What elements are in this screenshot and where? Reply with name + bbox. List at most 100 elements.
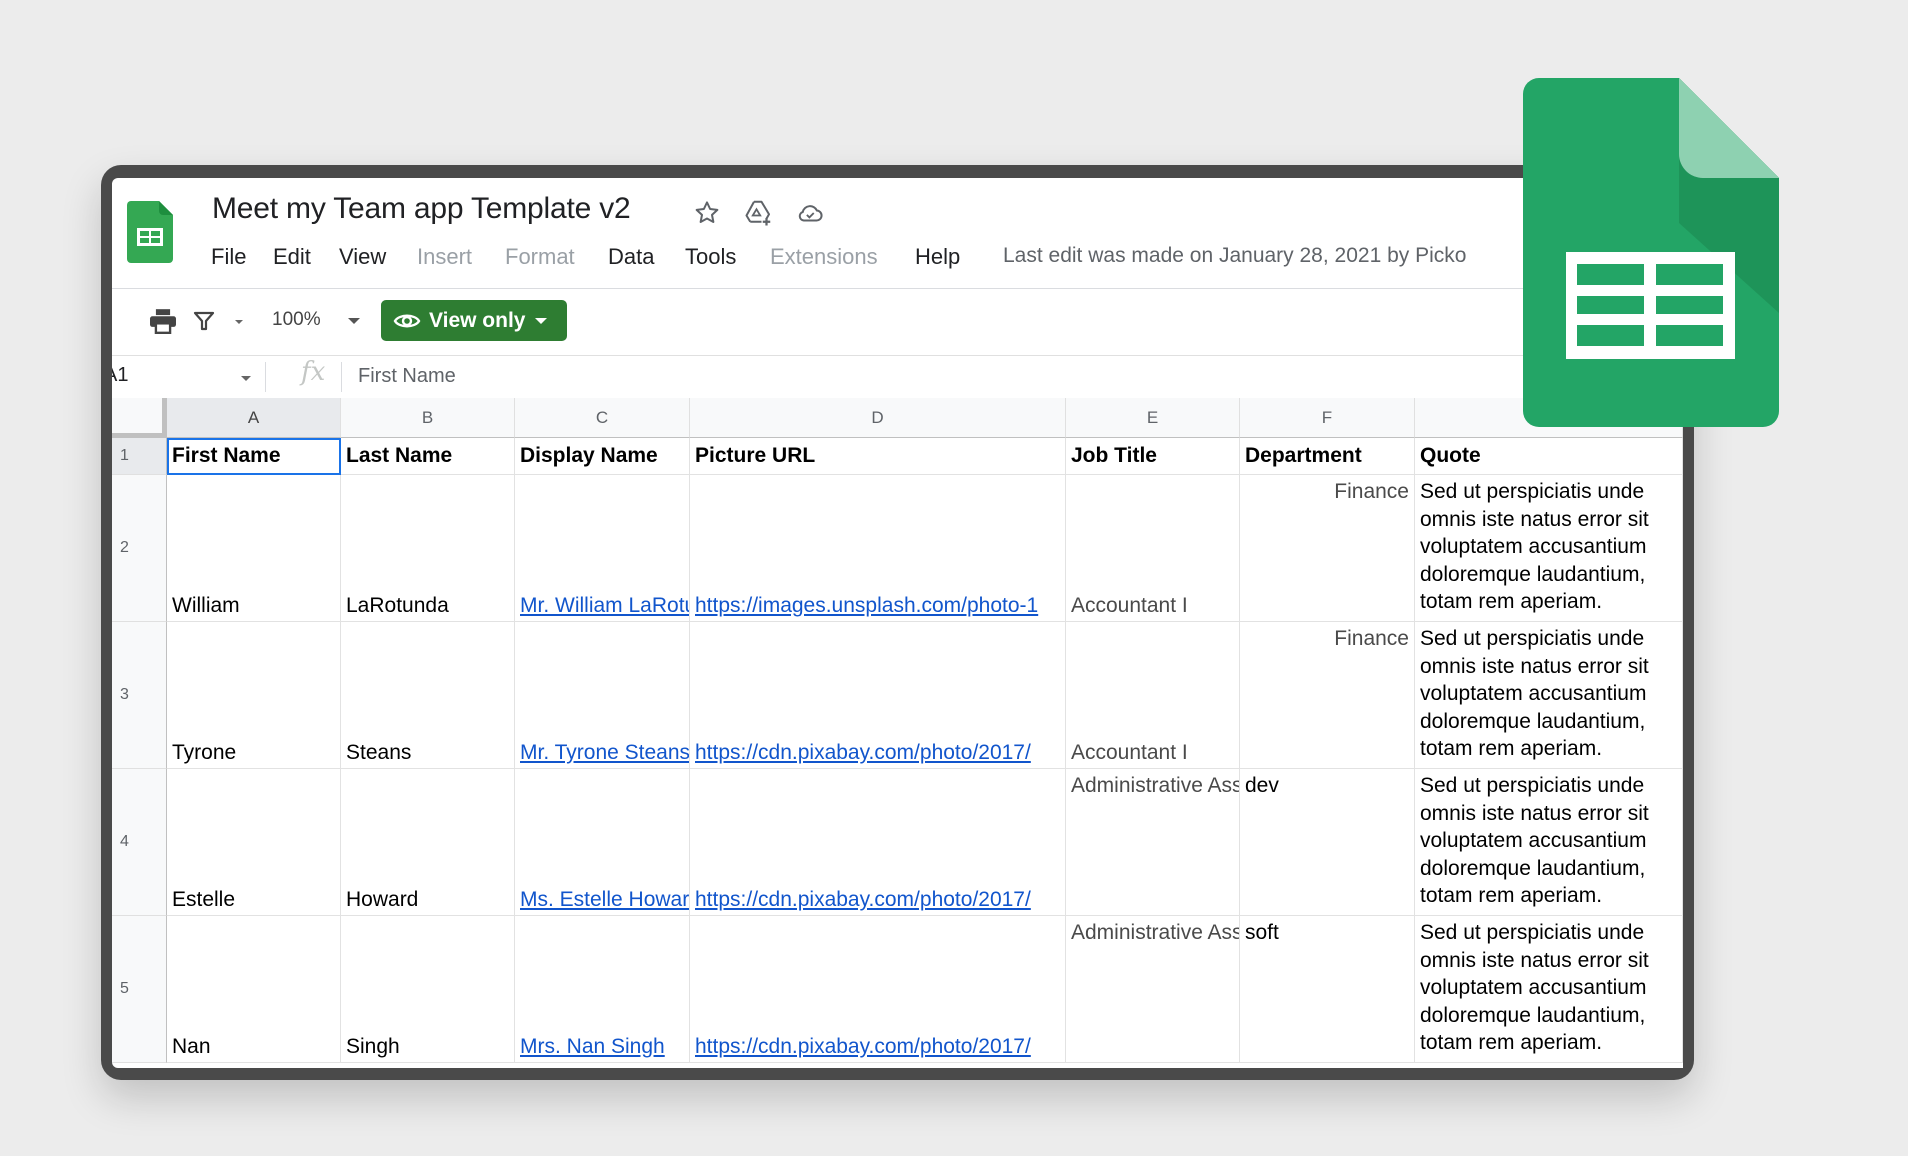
print-icon[interactable] xyxy=(148,308,178,334)
menu-data[interactable]: Data xyxy=(608,244,654,270)
table-cell[interactable]: Administrative Assistant xyxy=(1066,916,1240,1063)
row-header[interactable]: 5 xyxy=(112,916,167,1063)
select-all-corner[interactable] xyxy=(112,398,167,438)
row-header[interactable]: 3 xyxy=(112,622,167,769)
cell-text: Estelle xyxy=(172,887,236,911)
picture-url-link[interactable]: https://cdn.pixabay.com/photo/2017/ xyxy=(695,1033,1031,1061)
zoom-dropdown-caret-icon[interactable] xyxy=(348,318,360,324)
picture-url-link[interactable]: https://cdn.pixabay.com/photo/2017/ xyxy=(695,739,1031,767)
menu-help[interactable]: Help xyxy=(915,244,960,270)
cell-text: Display Name xyxy=(520,444,658,468)
table-cell[interactable]: Administrative Assistant xyxy=(1066,769,1240,916)
menu-tools[interactable]: Tools xyxy=(685,244,736,270)
column-header-e[interactable]: E xyxy=(1066,398,1240,438)
header-cell[interactable]: Job Title xyxy=(1066,438,1240,475)
table-cell[interactable]: soft xyxy=(1240,916,1415,1063)
table-cell[interactable]: Ms. Estelle Howard xyxy=(515,769,690,916)
cell-text: Nan xyxy=(172,1034,211,1058)
table-cell[interactable]: Steans xyxy=(341,622,515,769)
cell-text: Accountant I xyxy=(1071,740,1188,764)
header-cell[interactable]: Department xyxy=(1240,438,1415,475)
formula-separator xyxy=(341,362,342,392)
table-cell[interactable]: Mr. Tyrone Steans xyxy=(515,622,690,769)
formula-bar: A1 fx First Name xyxy=(112,355,1683,399)
drive-add-icon[interactable] xyxy=(744,198,774,228)
spreadsheet-grid: ABCDEFG1First NameLast NameDisplay NameP… xyxy=(112,398,1683,1068)
name-box[interactable]: A1 xyxy=(112,364,128,387)
table-cell[interactable]: https://cdn.pixabay.com/photo/2017/ xyxy=(690,769,1066,916)
table-cell[interactable]: Sed ut perspiciatis unde omnis iste natu… xyxy=(1415,769,1683,916)
display-name-link[interactable]: Mr. William LaRotunda xyxy=(520,592,689,620)
table-cell[interactable]: Nan xyxy=(167,916,341,1063)
table-cell[interactable]: https://cdn.pixabay.com/photo/2017/ xyxy=(690,916,1066,1063)
display-name-link[interactable]: Mr. Tyrone Steans xyxy=(520,739,689,767)
menu-format[interactable]: Format xyxy=(505,244,575,270)
cell-text: Finance xyxy=(1334,627,1409,650)
menu-divider xyxy=(112,288,1683,289)
table-cell[interactable]: Sed ut perspiciatis unde omnis iste natu… xyxy=(1415,475,1683,622)
display-name-link[interactable]: Mrs. Nan Singh xyxy=(520,1033,665,1061)
formula-separator xyxy=(265,362,266,392)
cell-text: William xyxy=(172,593,240,617)
column-header-d[interactable]: D xyxy=(690,398,1066,438)
header-cell[interactable]: First Name xyxy=(167,438,341,475)
menu-insert[interactable]: Insert xyxy=(417,244,472,270)
cell-text: Steans xyxy=(346,740,412,764)
picture-url-link[interactable]: https://images.unsplash.com/photo-1 xyxy=(695,592,1038,620)
picture-url-link[interactable]: https://cdn.pixabay.com/photo/2017/ xyxy=(695,886,1031,914)
last-edit-link[interactable]: Last edit was made on January 28, 2021 b… xyxy=(1003,244,1466,268)
table-cell[interactable]: LaRotunda xyxy=(341,475,515,622)
table-cell[interactable]: https://images.unsplash.com/photo-1 xyxy=(690,475,1066,622)
table-cell[interactable]: Accountant I xyxy=(1066,475,1240,622)
cell-text: Sed ut perspiciatis unde omnis iste natu… xyxy=(1420,774,1649,907)
cell-text: Accountant I xyxy=(1071,593,1188,617)
table-cell[interactable]: Finance xyxy=(1240,622,1415,769)
row-header[interactable]: 4 xyxy=(112,769,167,916)
table-cell[interactable]: Singh xyxy=(341,916,515,1063)
table-cell[interactable]: dev xyxy=(1240,769,1415,916)
row-header[interactable]: 2 xyxy=(112,475,167,622)
menu-extensions[interactable]: Extensions xyxy=(770,244,878,270)
zoom-level[interactable]: 100% xyxy=(272,309,321,331)
column-header-f[interactable]: F xyxy=(1240,398,1415,438)
header-cell[interactable]: Last Name xyxy=(341,438,515,475)
cell-text: First Name xyxy=(172,444,281,468)
cell-text: Administrative Assistant xyxy=(1071,921,1239,944)
table-cell[interactable]: Mrs. Nan Singh xyxy=(515,916,690,1063)
cell-text: soft xyxy=(1245,921,1279,944)
column-header-b[interactable]: B xyxy=(341,398,515,438)
table-cell[interactable]: Finance xyxy=(1240,475,1415,622)
cloud-saved-icon[interactable] xyxy=(795,198,825,228)
name-box-caret-icon[interactable] xyxy=(241,376,251,381)
row-header[interactable]: 1 xyxy=(112,438,167,475)
header-cell[interactable]: Display Name xyxy=(515,438,690,475)
table-cell[interactable]: Sed ut perspiciatis unde omnis iste natu… xyxy=(1415,622,1683,769)
filter-icon[interactable] xyxy=(192,308,216,334)
table-cell[interactable]: William xyxy=(167,475,341,622)
column-header-a[interactable]: A xyxy=(167,398,341,438)
cell-text: Finance xyxy=(1334,480,1409,503)
table-cell[interactable]: Tyrone xyxy=(167,622,341,769)
star-icon[interactable] xyxy=(692,198,722,228)
cell-text: LaRotunda xyxy=(346,593,449,617)
table-cell[interactable]: Estelle xyxy=(167,769,341,916)
eye-icon xyxy=(393,314,421,327)
formula-input[interactable]: First Name xyxy=(358,365,456,388)
cell-text: Administrative Assistant xyxy=(1071,774,1239,797)
document-title[interactable]: Meet my Team app Template v2 xyxy=(212,192,631,226)
table-cell[interactable]: Accountant I xyxy=(1066,622,1240,769)
header-cell[interactable]: Quote xyxy=(1415,438,1683,475)
column-header-c[interactable]: C xyxy=(515,398,690,438)
table-cell[interactable]: https://cdn.pixabay.com/photo/2017/ xyxy=(690,622,1066,769)
cell-text: Department xyxy=(1245,444,1362,468)
filter-dropdown-caret-icon[interactable] xyxy=(235,320,243,324)
header-cell[interactable]: Picture URL xyxy=(690,438,1066,475)
table-cell[interactable]: Howard xyxy=(341,769,515,916)
menu-edit[interactable]: Edit xyxy=(273,244,311,270)
view-only-button[interactable]: View only xyxy=(381,300,567,341)
table-cell[interactable]: Mr. William LaRotunda xyxy=(515,475,690,622)
display-name-link[interactable]: Ms. Estelle Howard xyxy=(520,886,689,914)
table-cell[interactable]: Sed ut perspiciatis unde omnis iste natu… xyxy=(1415,916,1683,1063)
menu-view[interactable]: View xyxy=(339,244,386,270)
menu-file[interactable]: File xyxy=(211,244,246,270)
